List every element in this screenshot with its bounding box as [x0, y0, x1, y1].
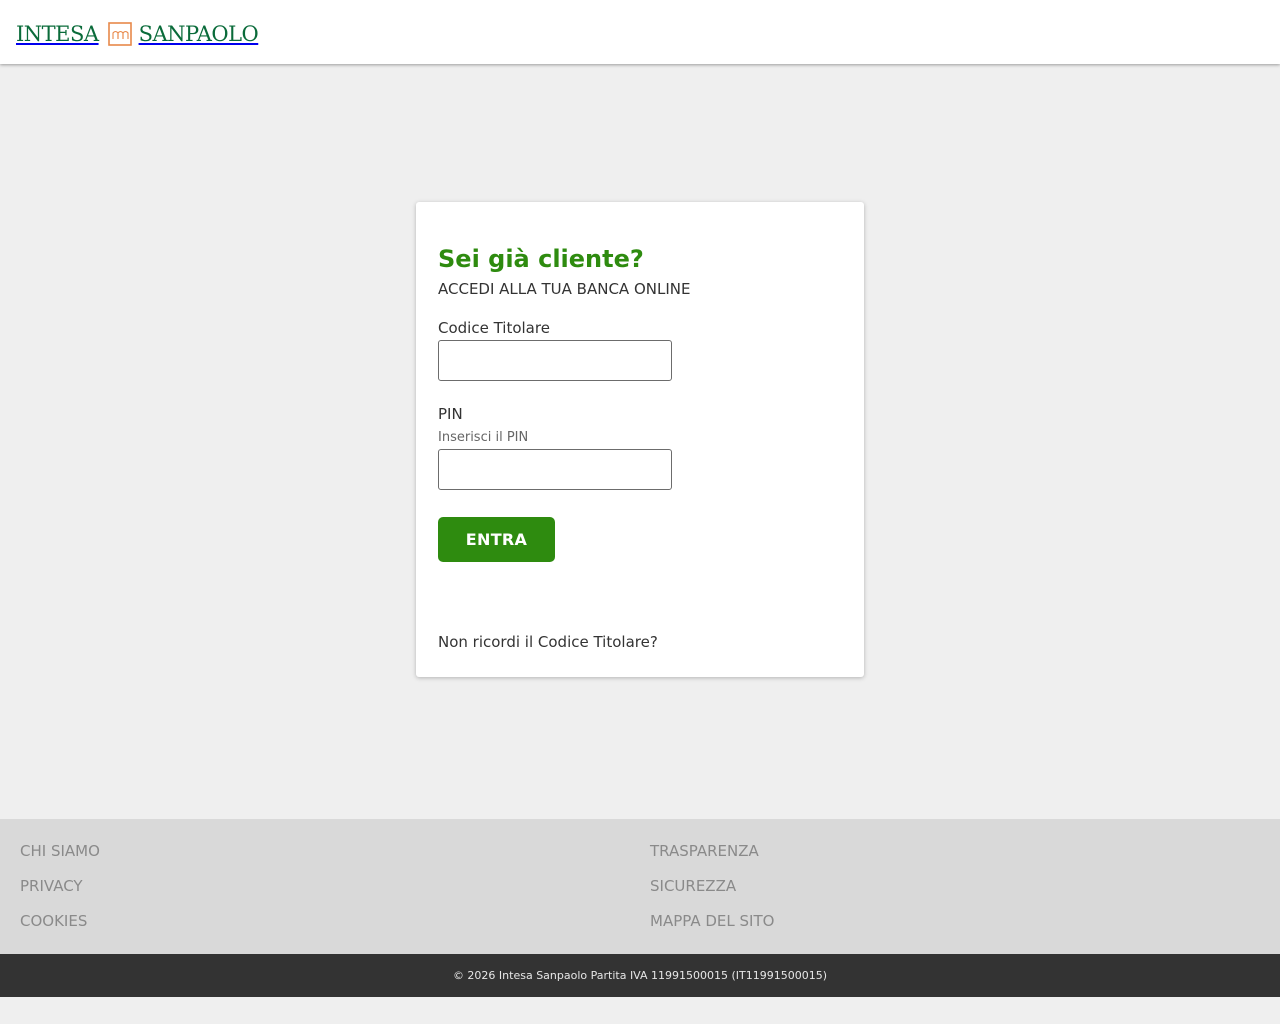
codice-titolare-label: Codice Titolare [438, 319, 550, 337]
forgot-codice-titolare-link[interactable]: Non ricordi il Codice Titolare? [438, 632, 658, 652]
footer-link-trasparenza[interactable]: TRASPARENZA [650, 841, 759, 861]
pin-input[interactable] [438, 449, 672, 490]
footer-link-cookies[interactable]: COOKIES [20, 911, 87, 931]
login-subtitle: ACCEDI ALLA TUA BANCA ONLINE [438, 280, 691, 298]
site-header: INTESA SANPAOLO [0, 0, 1280, 64]
login-card: Sei già cliente? ACCEDI ALLA TUA BANCA O… [416, 202, 864, 677]
footer-link-chi-siamo[interactable]: CHI SIAMO [20, 841, 100, 861]
intesa-sanpaolo-logo[interactable]: INTESA SANPAOLO [16, 20, 259, 48]
footer-link-mappa-del-sito[interactable]: MAPPA DEL SITO [650, 911, 774, 931]
intesa-sanpaolo-bridge-icon [107, 22, 132, 46]
logo-text-intesa: INTESA [16, 22, 99, 46]
footer-link-sicurezza[interactable]: SICUREZZA [650, 876, 736, 896]
login-title: Sei già cliente? [438, 245, 644, 273]
copyright-text: © 2026 Intesa Sanpaolo Partita IVA 11991… [452, 969, 828, 982]
footer-bottom-bar: © 2026 Intesa Sanpaolo Partita IVA 11991… [0, 954, 1280, 997]
pin-label: PIN [438, 405, 463, 423]
logo-text-sanpaolo: SANPAOLO [138, 22, 259, 46]
codice-titolare-input[interactable] [438, 340, 672, 381]
footer-link-privacy[interactable]: PRIVACY [20, 876, 83, 896]
footer-links: CHI SIAMO PRIVACY COOKIES TRASPARENZA SI… [0, 819, 1280, 954]
entra-button[interactable]: ENTRA [438, 517, 555, 562]
pin-hint: Inserisci il PIN [438, 430, 529, 445]
